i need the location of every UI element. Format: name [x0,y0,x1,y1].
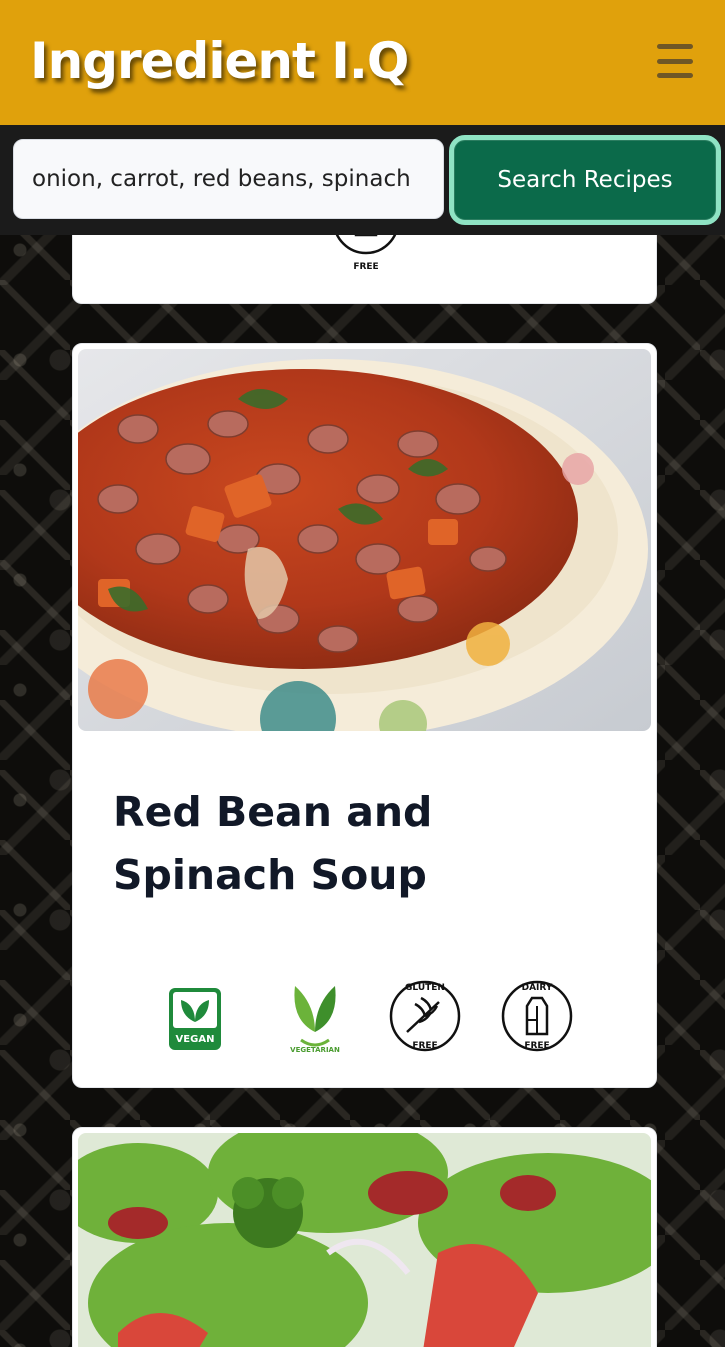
app-header: Ingredient I.Q [0,0,725,125]
recipe-title[interactable]: Red Bean and Spinach Soup [113,781,623,907]
svg-text:FREE: FREE [412,1041,437,1051]
ingredients-search-input[interactable] [13,139,444,219]
svg-text:DAIRY: DAIRY [522,983,553,993]
search-recipes-button[interactable]: Search Recipes [449,135,721,225]
svg-text:FREE: FREE [524,1041,549,1051]
hamburger-bar [657,58,693,64]
recipe-image-salad[interactable] [78,1133,651,1347]
svg-text:VEGETARIAN: VEGETARIAN [290,1046,340,1054]
diet-badges: VEGAN VEGETARIAN GLUTEN FREE DAIRY FREE [163,976,583,1066]
bean-soup-photo [78,349,651,731]
recipe-image-bean-soup[interactable] [78,349,651,731]
vegetarian-icon: VEGETARIAN [290,986,340,1054]
svg-text:FREE: FREE [353,262,378,272]
app-title[interactable]: Ingredient I.Q [30,32,409,90]
recipe-card[interactable]: Red Bean and Spinach Soup VEGAN VEGETARI… [72,343,657,1088]
gluten-free-icon: GLUTEN FREE [389,980,461,1052]
hamburger-menu-icon[interactable] [657,44,693,78]
recipe-card[interactable] [72,1127,657,1347]
dairy-free-icon: DAIRY FREE [501,980,573,1052]
search-bar: Search Recipes [0,125,725,235]
svg-text:GLUTEN: GLUTEN [405,983,445,993]
hamburger-bar [657,73,693,78]
vegan-icon: VEGAN [169,988,221,1050]
hamburger-bar [657,44,693,49]
svg-text:VEGAN: VEGAN [176,1034,215,1045]
salad-photo [78,1133,651,1347]
